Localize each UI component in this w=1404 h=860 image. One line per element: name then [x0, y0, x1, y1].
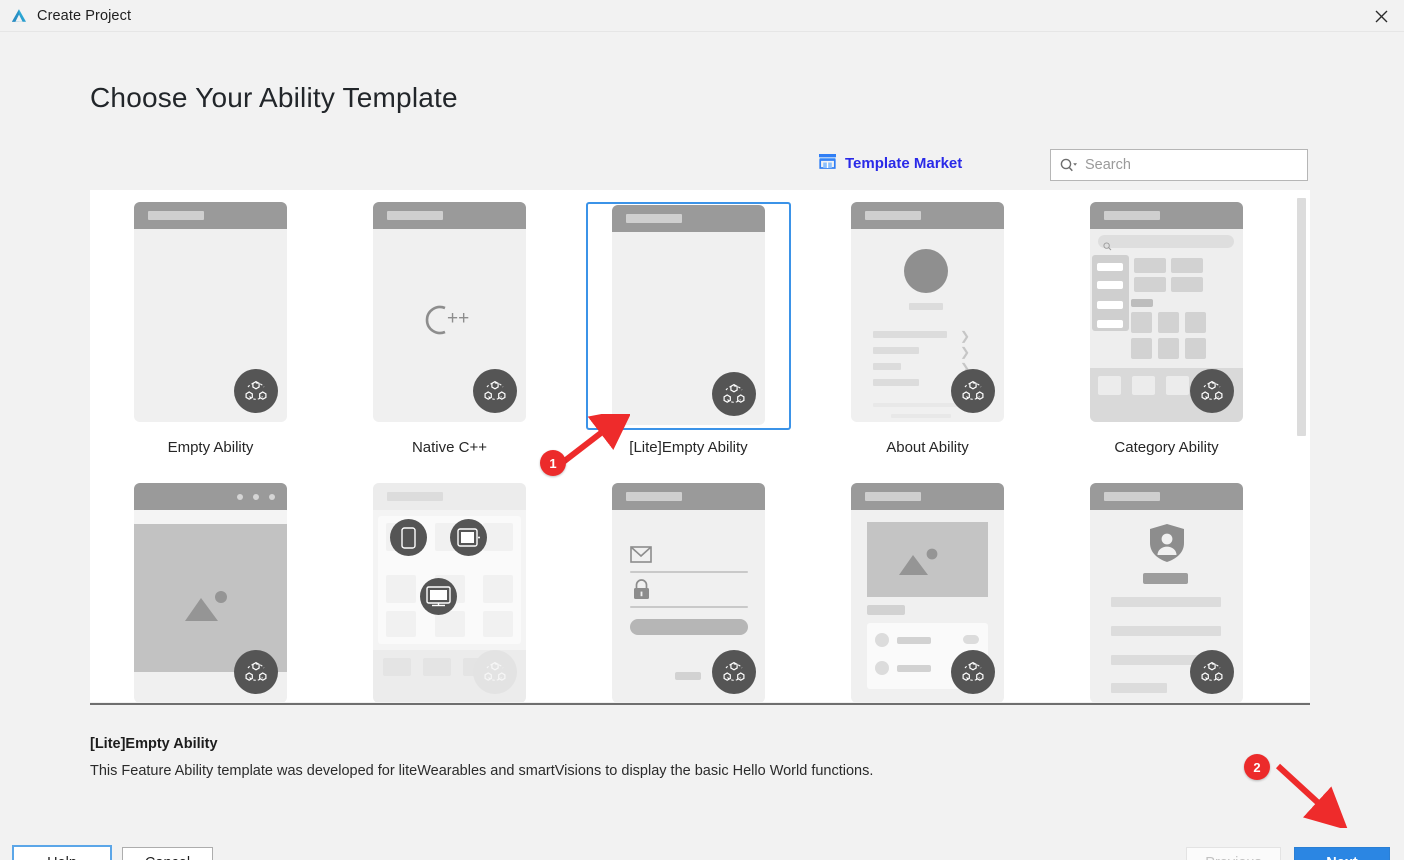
template-thumbnail — [108, 202, 313, 430]
harmony-badge-icon — [473, 369, 517, 413]
template-market-link[interactable]: Template Market — [818, 152, 962, 175]
harmony-badge-icon — [1190, 369, 1234, 413]
template-thumbnail: ++ — [347, 202, 552, 430]
cancel-label-rest: ancel — [155, 855, 190, 860]
template-card-login-ability[interactable] — [569, 471, 808, 702]
selected-template-description: This Feature Ability template was develo… — [90, 763, 874, 779]
template-thumbnail — [1064, 202, 1269, 430]
tv-device-icon — [420, 578, 457, 615]
template-card-profile-ability[interactable] — [1047, 471, 1286, 702]
template-thumbnail — [1064, 483, 1269, 702]
image-placeholder-icon — [899, 546, 943, 581]
cancel-button[interactable]: Cancel — [122, 847, 213, 860]
cpp-glyph-icon: ++ — [405, 298, 495, 347]
harmony-badge-icon — [1190, 650, 1234, 694]
search-dropdown-icon[interactable] — [1059, 157, 1079, 173]
harmony-badge-icon — [234, 650, 278, 694]
search-box[interactable] — [1050, 149, 1308, 181]
next-button[interactable]: Next — [1294, 847, 1390, 860]
phone-device-icon — [390, 519, 427, 556]
template-grid-panel: Empty Ability ++ Native C++ [Lite]Empty … — [90, 190, 1310, 702]
search-input[interactable] — [1085, 157, 1285, 173]
shield-person-icon — [1148, 523, 1186, 568]
template-thumbnail — [108, 483, 313, 702]
page-title: Choose Your Ability Template — [90, 82, 458, 113]
svg-text:++: ++ — [447, 308, 469, 329]
harmony-badge-icon — [951, 369, 995, 413]
annotation-badge-1: 1 — [540, 450, 566, 476]
scrollbar-thumb[interactable] — [1297, 198, 1306, 436]
window-title-bar: Create Project — [0, 0, 1404, 32]
previous-button[interactable]: Previous — [1186, 847, 1281, 860]
template-label: [Lite]Empty Ability — [629, 439, 748, 456]
create-project-window: Create Project Choose Your Ability Templ… — [0, 0, 1404, 860]
template-thumbnail — [825, 483, 1030, 702]
close-icon[interactable] — [1358, 0, 1404, 32]
section-divider — [90, 703, 1310, 705]
template-card-lite-empty-ability[interactable]: [Lite]Empty Ability — [569, 190, 808, 471]
template-card-media-ability[interactable] — [808, 471, 1047, 702]
harmony-badge-icon — [234, 369, 278, 413]
image-placeholder-icon — [185, 588, 233, 627]
dialog-content: Choose Your Ability Template Template Ma… — [0, 32, 1404, 860]
template-thumbnail: ❯ ❯ ❯ ❯ — [825, 202, 1030, 430]
lock-icon — [632, 579, 651, 606]
template-label: Empty Ability — [167, 439, 254, 456]
template-card-empty-ability[interactable]: Empty Ability — [91, 190, 330, 471]
template-label: Category Ability — [1114, 439, 1219, 456]
help-button[interactable]: Help — [12, 845, 112, 860]
template-label: Native C++ — [411, 439, 488, 456]
template-card-about-ability[interactable]: ❯ ❯ ❯ ❯ — [808, 190, 1047, 471]
template-label: About Ability — [886, 439, 969, 456]
template-card-gallery-ability[interactable] — [91, 471, 330, 702]
template-market-label: Template Market — [845, 155, 963, 172]
harmony-badge-icon — [951, 650, 995, 694]
avatar-placeholder — [904, 249, 948, 293]
template-thumbnail — [586, 202, 791, 430]
cancel-accel-letter: C — [145, 855, 155, 860]
search-icon — [1103, 238, 1112, 256]
mail-icon — [630, 546, 652, 568]
template-thumbnail — [586, 483, 791, 702]
template-grid-scrollbar[interactable] — [1297, 190, 1308, 702]
harmony-badge-icon — [712, 650, 756, 694]
template-thumbnail — [347, 483, 552, 702]
template-grid: Empty Ability ++ Native C++ [Lite]Empty … — [90, 190, 1300, 702]
template-card-multi-device-ability[interactable] — [330, 471, 569, 702]
template-card-native-cpp[interactable]: ++ Native C++ — [330, 190, 569, 471]
window-title: Create Project — [37, 7, 132, 24]
annotation-badge-2: 2 — [1244, 754, 1270, 780]
tablet-device-icon — [450, 519, 487, 556]
harmony-badge-icon — [473, 650, 517, 694]
selected-template-title: [Lite]Empty Ability — [90, 736, 218, 752]
harmony-badge-icon — [712, 372, 756, 416]
store-front-icon — [818, 152, 837, 175]
annotation-arrow-2 — [1275, 763, 1348, 828]
template-card-category-ability[interactable]: Category Ability — [1047, 190, 1286, 471]
harmonyos-logo-icon — [10, 7, 28, 25]
